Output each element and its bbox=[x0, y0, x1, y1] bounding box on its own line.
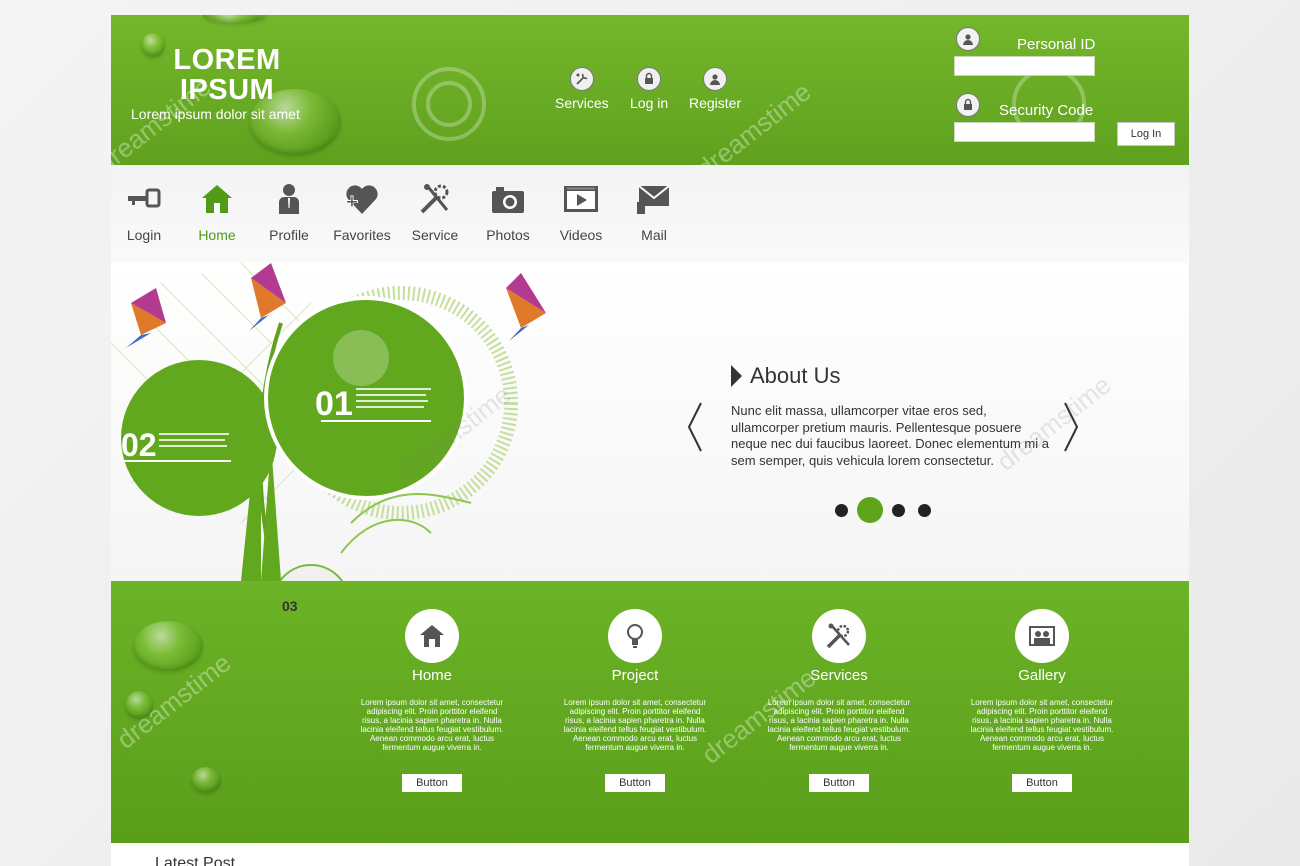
topnav-label: Register bbox=[689, 95, 742, 111]
features-section: Home Lorem ipsum dolor sit amet, consect… bbox=[111, 581, 1189, 843]
topnav-label: Services bbox=[555, 95, 609, 111]
tools-icon[interactable] bbox=[812, 609, 866, 663]
personal-id-label: Personal ID bbox=[1017, 36, 1096, 53]
bubble-number-02: 02 bbox=[121, 427, 157, 463]
topnav-login[interactable]: Log in bbox=[630, 67, 668, 111]
feature-title: Services bbox=[810, 667, 868, 684]
header: LOREM IPSUM Lorem ipsum dolor sit amet S… bbox=[111, 15, 1189, 184]
triangle-marker-icon bbox=[731, 365, 742, 387]
bar-item-label: Videos bbox=[559, 227, 603, 243]
user-icon bbox=[703, 67, 728, 91]
home-icon bbox=[202, 185, 232, 213]
bar-item-label: Mail bbox=[641, 227, 667, 243]
water-drop bbox=[141, 33, 165, 57]
feature-text: Lorem ipsum dolor sit amet, consectetur … bbox=[360, 698, 504, 752]
topnav-services[interactable]: Services bbox=[555, 67, 609, 111]
feature-home: Home Lorem ipsum dolor sit amet, consect… bbox=[347, 609, 517, 792]
bar-item-videos[interactable]: Videos bbox=[546, 182, 616, 243]
slider-dot[interactable] bbox=[892, 503, 905, 517]
camera-icon bbox=[492, 187, 524, 213]
watermark-swirl bbox=[426, 81, 472, 127]
topnav-register[interactable]: Register bbox=[689, 67, 741, 111]
security-code-input[interactable] bbox=[954, 122, 1095, 142]
water-drop bbox=[203, 15, 267, 23]
water-drop bbox=[191, 767, 221, 793]
slider-dot[interactable] bbox=[918, 503, 931, 517]
slider-prev-arrow[interactable] bbox=[685, 401, 705, 453]
feature-button[interactable]: Button bbox=[402, 774, 462, 792]
bar-item-label: Profile bbox=[269, 227, 309, 243]
bar-item-favorites[interactable]: Favorites bbox=[327, 182, 397, 243]
mail-icon bbox=[637, 185, 670, 214]
about-us-heading: About Us bbox=[731, 363, 1051, 389]
water-drop bbox=[133, 621, 203, 671]
lightbulb-icon[interactable] bbox=[608, 609, 662, 663]
feature-text: Lorem ipsum dolor sit amet, consectetur … bbox=[970, 698, 1114, 752]
tools-icon bbox=[569, 67, 594, 91]
feature-title: Home bbox=[411, 667, 452, 684]
tools-icon bbox=[420, 184, 449, 214]
gallery-icon[interactable] bbox=[1015, 609, 1069, 663]
bar-item-label: Login bbox=[126, 227, 162, 243]
bar-item-label: Photos bbox=[486, 227, 530, 243]
bar-item-mail[interactable]: Mail bbox=[619, 182, 689, 243]
bar-item-label: Favorites bbox=[333, 227, 391, 243]
hero-slider: 01 02 03 About Us Nunc elit massa, ullam… bbox=[111, 263, 1189, 614]
lock-icon bbox=[637, 67, 662, 91]
security-code-label: Security Code bbox=[999, 102, 1094, 119]
bar-item-login[interactable]: Login bbox=[111, 182, 179, 243]
key-icon bbox=[128, 188, 161, 208]
person-icon bbox=[279, 184, 299, 214]
bar-item-photos[interactable]: Photos bbox=[473, 182, 543, 243]
feature-button[interactable]: Button bbox=[1012, 774, 1072, 792]
website-template: LOREM IPSUM Lorem ipsum dolor sit amet S… bbox=[111, 15, 1189, 866]
feature-title: Gallery bbox=[1018, 667, 1066, 684]
feature-text: Lorem ipsum dolor sit amet, consectetur … bbox=[563, 698, 707, 752]
feature-project: Project Lorem ipsum dolor sit amet, cons… bbox=[550, 609, 720, 792]
bar-item-label: Home bbox=[198, 227, 236, 243]
lock-icon bbox=[956, 93, 980, 117]
slider-dot-active[interactable] bbox=[857, 497, 883, 523]
home-icon[interactable] bbox=[405, 609, 459, 663]
topnav-label: Log in bbox=[630, 95, 669, 111]
video-icon bbox=[564, 186, 598, 212]
feature-title: Project bbox=[611, 667, 659, 684]
personal-id-input[interactable] bbox=[954, 56, 1095, 76]
about-us-title: About Us bbox=[750, 363, 841, 388]
bubble-number-03: 03 bbox=[282, 598, 298, 614]
feature-gallery: Gallery Lorem ipsum dolor sit amet, cons… bbox=[957, 609, 1127, 792]
bubble-number-01: 01 bbox=[315, 385, 353, 423]
slider-dot[interactable] bbox=[835, 503, 848, 517]
bar-item-profile[interactable]: Profile bbox=[254, 182, 324, 243]
feature-button[interactable]: Button bbox=[605, 774, 665, 792]
login-button[interactable]: Log In bbox=[1117, 122, 1175, 146]
feature-button[interactable]: Button bbox=[809, 774, 869, 792]
bar-item-service[interactable]: Service bbox=[400, 182, 470, 243]
slider-dots bbox=[835, 497, 931, 523]
watermark: dreamstime bbox=[111, 71, 217, 179]
latest-post-heading: Latest Post bbox=[155, 855, 236, 866]
heart-plus-icon bbox=[346, 185, 378, 214]
icon-bar: Login Home Profile Favorites Service Pho… bbox=[111, 165, 1189, 264]
bar-item-home[interactable]: Home bbox=[182, 182, 252, 243]
user-icon bbox=[956, 27, 980, 51]
bar-item-label: Service bbox=[411, 227, 459, 243]
